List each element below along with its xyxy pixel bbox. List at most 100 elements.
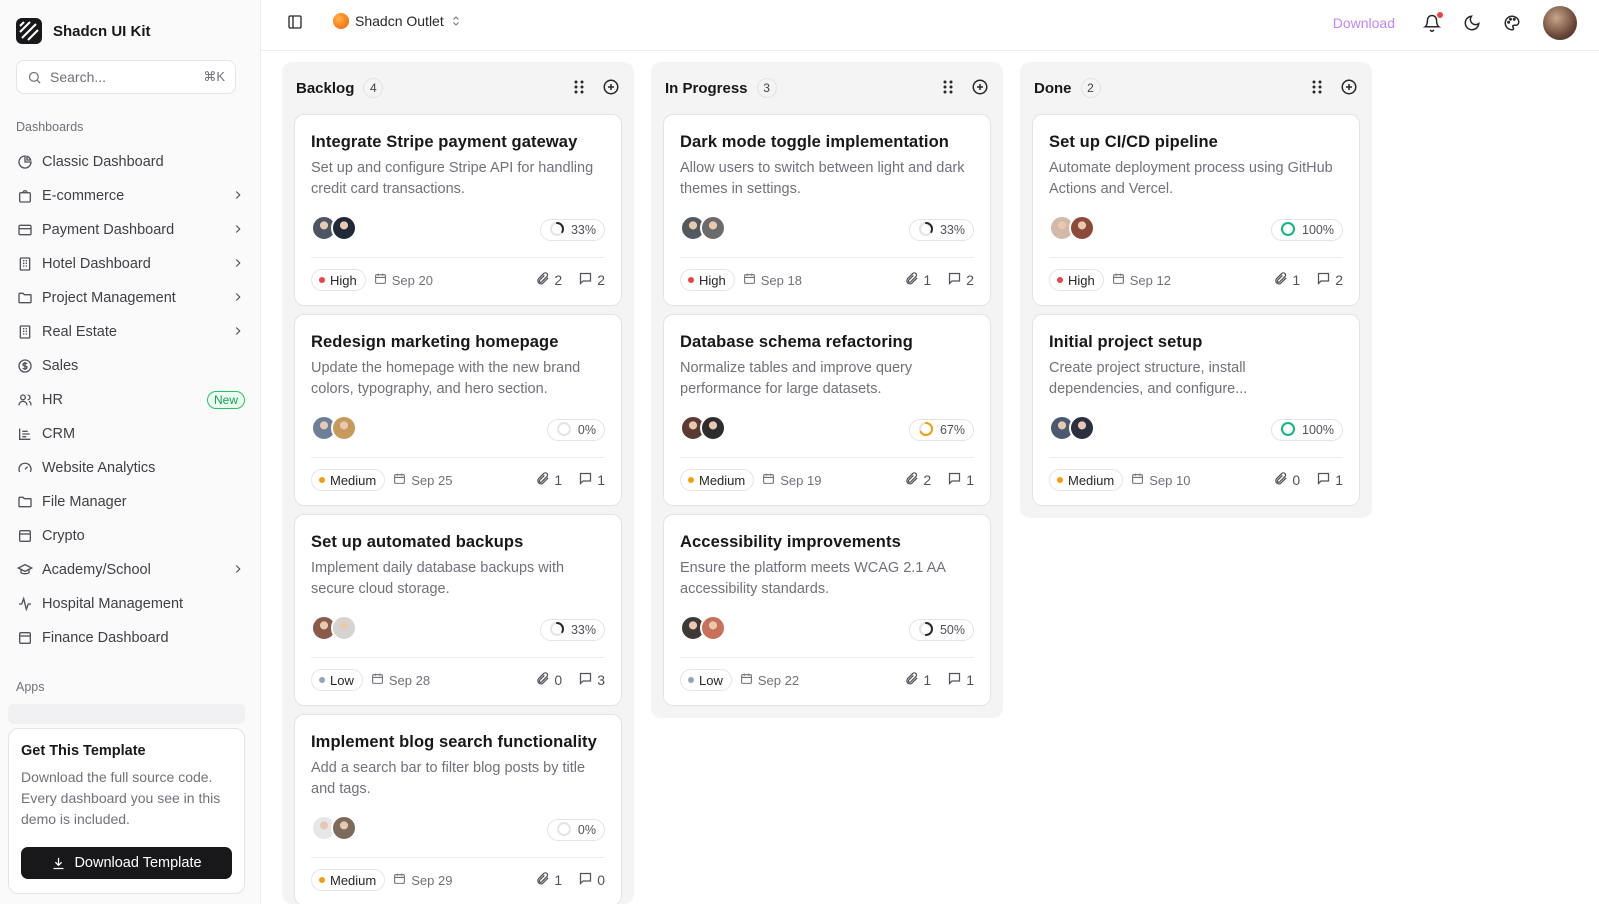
comments-count[interactable]: 1 — [1316, 471, 1343, 489]
sidebar-item-sales[interactable]: Sales — [8, 349, 253, 383]
sidebar-item-hr[interactable]: HR New — [8, 383, 253, 417]
sidebar-item-academy-school[interactable]: Academy/School — [8, 553, 253, 587]
sidebar-item-real-estate[interactable]: Real Estate — [8, 315, 253, 349]
comments-count[interactable]: 2 — [578, 271, 605, 289]
comments-count[interactable]: 2 — [1316, 271, 1343, 289]
sidebar-item-partial[interactable] — [8, 704, 245, 724]
sidebar-item-label: Crypto — [42, 528, 85, 544]
sidebar-item-crm[interactable]: CRM — [8, 417, 253, 451]
sidebar-item-project-management[interactable]: Project Management — [8, 281, 253, 315]
card-title: Redesign marketing homepage — [311, 333, 559, 351]
download-template-button[interactable]: Download Template — [21, 847, 232, 879]
paperclip-icon — [1273, 471, 1288, 489]
avatar[interactable] — [1069, 415, 1095, 441]
calendar-icon — [371, 672, 384, 688]
attachments-count[interactable]: 1 — [535, 471, 562, 489]
avatar[interactable] — [331, 415, 357, 441]
avatar[interactable] — [700, 215, 726, 241]
chevron-right-icon — [231, 256, 245, 273]
sidebar-item-label: Finance Dashboard — [42, 630, 169, 646]
attachments-count[interactable]: 0 — [535, 671, 562, 689]
attachments-count[interactable]: 1 — [904, 671, 931, 689]
avatar[interactable] — [331, 815, 357, 841]
avatar[interactable] — [331, 615, 357, 641]
sidebar-item-e-commerce[interactable]: E-commerce — [8, 179, 253, 213]
priority-label: High — [330, 272, 357, 288]
sidebar-item-file-manager[interactable]: File Manager — [8, 485, 253, 519]
chevron-right-icon — [231, 290, 245, 307]
palette-button[interactable] — [1503, 14, 1521, 32]
sidebar-toggle-icon[interactable] — [287, 14, 303, 30]
new-badge: New — [206, 391, 245, 409]
attachments-count[interactable]: 1 — [904, 271, 931, 289]
sidebar-item-hotel-dashboard[interactable]: Hotel Dashboard — [8, 247, 253, 281]
priority-badge: Low — [680, 669, 732, 691]
column-count-badge: 2 — [1080, 78, 1101, 98]
due-date-text: Sep 12 — [1129, 272, 1171, 288]
comments-count[interactable]: 3 — [578, 671, 605, 689]
task-card[interactable]: Set up automated backups Implement daily … — [294, 514, 622, 706]
search-input[interactable]: Search... ⌘K — [16, 60, 236, 94]
drag-handle-icon[interactable] — [1310, 79, 1324, 98]
avatar[interactable] — [1069, 215, 1095, 241]
add-card-icon[interactable] — [1340, 78, 1358, 99]
attachments-count[interactable]: 0 — [1273, 471, 1300, 489]
avatar[interactable] — [331, 215, 357, 241]
task-card[interactable]: Initial project setup Create project stru… — [1032, 314, 1360, 506]
chevron-right-icon — [231, 222, 245, 239]
task-card[interactable]: Accessibility improvements Ensure the pla… — [663, 514, 991, 706]
comments-count[interactable]: 1 — [947, 471, 974, 489]
sidebar-item-website-analytics[interactable]: Website Analytics — [8, 451, 253, 485]
card-description: Add a search bar to filter blog posts by… — [311, 760, 586, 797]
card-divider — [311, 857, 605, 858]
calendar-icon — [740, 672, 753, 688]
due-date: Sep 28 — [371, 672, 430, 688]
drag-handle-icon[interactable] — [941, 79, 955, 98]
task-card[interactable]: Redesign marketing homepage Update the ho… — [294, 314, 622, 506]
priority-dot — [319, 477, 325, 483]
progress-badge: 33% — [539, 619, 605, 641]
task-card[interactable]: Dark mode toggle implementation Allow use… — [663, 114, 991, 306]
attachments-count[interactable]: 2 — [535, 271, 562, 289]
paperclip-icon — [904, 471, 919, 489]
drag-handle-icon[interactable] — [572, 79, 586, 98]
theme-toggle-button[interactable] — [1463, 14, 1481, 32]
attachments-value: 0 — [554, 672, 563, 688]
calendar-icon — [762, 472, 775, 488]
sidebar-item-hospital-management[interactable]: Hospital Management — [8, 587, 253, 621]
sidebar-item-crypto[interactable]: Crypto — [8, 519, 253, 553]
sidebar-item-classic-dashboard[interactable]: Classic Dashboard — [8, 145, 253, 179]
task-card[interactable]: Integrate Stripe payment gateway Set up a… — [294, 114, 622, 306]
attachments-count[interactable]: 2 — [904, 471, 931, 489]
add-card-icon[interactable] — [602, 78, 620, 99]
avatar[interactable] — [700, 415, 726, 441]
card-description: Allow users to switch between light and … — [680, 160, 965, 197]
user-avatar[interactable] — [1543, 6, 1577, 40]
paperclip-icon — [535, 671, 550, 689]
comments-value: 1 — [1335, 472, 1343, 488]
card-description: Update the homepage with the new brand c… — [311, 360, 581, 397]
comments-count[interactable]: 1 — [578, 471, 605, 489]
task-card[interactable]: Database schema refactoring Normalize tab… — [663, 314, 991, 506]
sidebar-item-payment-dashboard[interactable]: Payment Dashboard — [8, 213, 253, 247]
attachments-count[interactable]: 1 — [535, 871, 562, 889]
workspace-switcher[interactable]: Shadcn Outlet — [333, 13, 462, 29]
avatar[interactable] — [700, 615, 726, 641]
comments-count[interactable]: 2 — [947, 271, 974, 289]
comments-count[interactable]: 0 — [578, 871, 605, 889]
notifications-button[interactable] — [1422, 12, 1443, 32]
brand[interactable]: Shadcn UI Kit — [16, 18, 151, 44]
attachments-count[interactable]: 1 — [1273, 271, 1300, 289]
priority-dot — [688, 277, 694, 283]
comment-icon — [1316, 271, 1331, 289]
comments-count[interactable]: 1 — [947, 671, 974, 689]
progress-badge: 67% — [908, 419, 974, 441]
add-card-icon[interactable] — [971, 78, 989, 99]
card-title: Initial project setup — [1049, 333, 1203, 351]
comments-value: 0 — [597, 872, 605, 888]
task-card[interactable]: Set up CI/CD pipeline Automate deployment… — [1032, 114, 1360, 306]
attachments-value: 2 — [554, 272, 563, 288]
sidebar-item-finance-dashboard[interactable]: Finance Dashboard — [8, 621, 253, 655]
download-link[interactable]: Download — [1333, 15, 1395, 31]
task-card[interactable]: Implement blog search functionality Add a… — [294, 714, 622, 904]
